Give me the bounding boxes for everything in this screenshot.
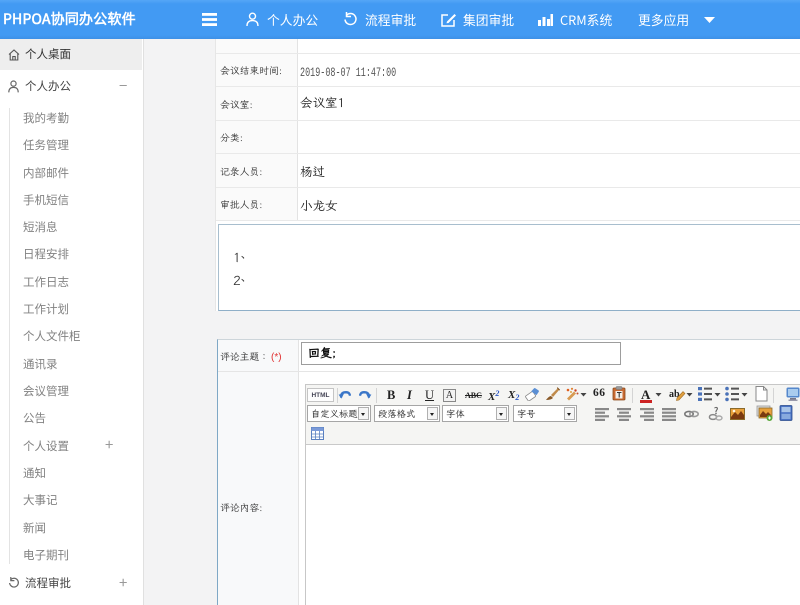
svg-text:?: ? xyxy=(714,406,718,417)
